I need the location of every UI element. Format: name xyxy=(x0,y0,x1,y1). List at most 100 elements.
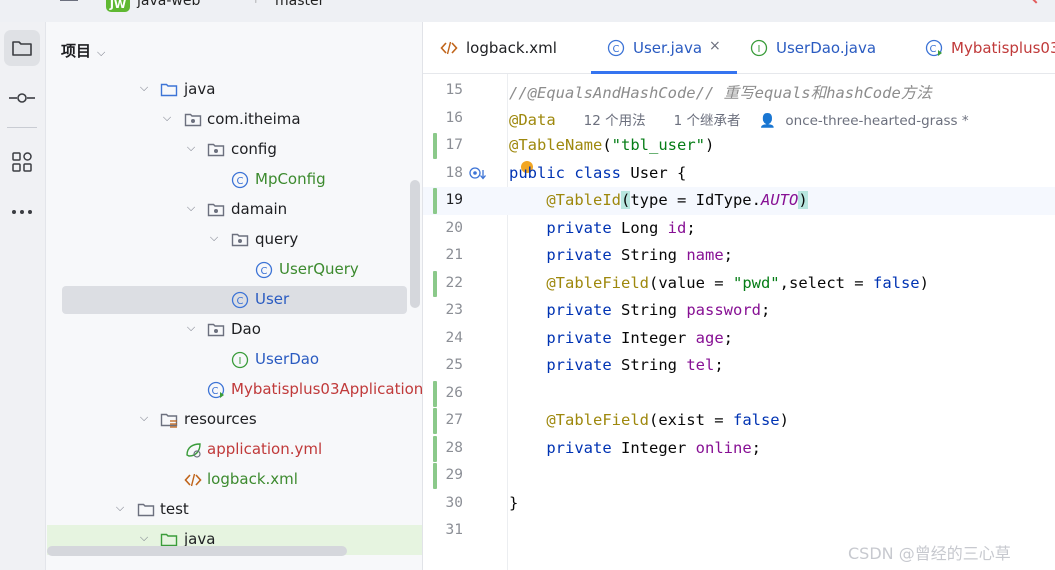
package-icon xyxy=(207,203,225,217)
tree-item-user[interactable]: C User xyxy=(47,285,422,315)
chevron-down-icon[interactable]: ⌵ xyxy=(184,141,198,155)
xml-icon xyxy=(440,41,458,55)
code-line-19[interactable]: 19 @TableId(type = IdType.AUTO) xyxy=(423,187,1055,215)
interface-icon: I xyxy=(231,351,249,369)
code-line-22[interactable]: 22 @TableField(value = "pwd",select = fa… xyxy=(423,270,1055,298)
class-icon: C xyxy=(231,171,249,189)
resources-folder-icon xyxy=(160,413,178,428)
code-line-23[interactable]: 23 private String password; xyxy=(423,297,1055,325)
code-line-27[interactable]: 27 @TableField(exist = false) xyxy=(423,407,1055,435)
vertical-scrollbar[interactable] xyxy=(410,180,420,308)
chevron-down-icon[interactable]: ⌵ xyxy=(97,46,105,59)
code-line-16[interactable]: 16 @Data 12 个用法 1 个继承者 👤 once-three-hear… xyxy=(423,105,1055,133)
svg-text:C: C xyxy=(261,266,268,277)
usages-hint[interactable]: 12 个用法 xyxy=(584,113,646,129)
user-icon: 👤 xyxy=(759,112,777,129)
tree-item-userdao[interactable]: I UserDao xyxy=(47,345,422,375)
folder-icon xyxy=(137,503,155,517)
tree-item-userquery[interactable]: C UserQuery xyxy=(47,255,422,285)
tree-item-java[interactable]: ⌵ java xyxy=(47,75,422,105)
tab-userdao-java[interactable]: I UserDao.java xyxy=(750,22,900,74)
close-icon[interactable]: × xyxy=(709,38,721,54)
package-icon xyxy=(184,113,202,127)
code-editor[interactable]: logback.xml C User.java × I UserDao.java… xyxy=(423,22,1055,570)
tree-item-test[interactable]: ⌵ test xyxy=(47,495,422,525)
chevron-down-icon[interactable]: ⌵ xyxy=(160,111,174,125)
tree-item-resources[interactable]: ⌵ resources xyxy=(47,405,422,435)
class-icon: C xyxy=(255,261,273,279)
class-icon: C xyxy=(607,39,625,57)
tree-item-logback-xml[interactable]: logback.xml xyxy=(47,465,422,495)
watermark: CSDN @曾经的三心草 xyxy=(848,544,1011,563)
tree-item-config[interactable]: ⌵ config xyxy=(47,135,422,165)
package-icon xyxy=(231,233,249,247)
chevron-down-icon[interactable]: ⌵ xyxy=(113,501,127,515)
active-tab-indicator xyxy=(591,71,737,74)
tab-user-java[interactable]: C User.java × xyxy=(591,22,737,74)
structure-icon xyxy=(12,152,32,172)
more-tools-button[interactable] xyxy=(4,194,40,230)
svg-text:C: C xyxy=(930,44,937,55)
code-line-17[interactable]: 17 @TableName("tbl_user") xyxy=(423,132,1055,160)
more-icon xyxy=(12,210,32,214)
tab-logback-xml[interactable]: logback.xml xyxy=(440,22,580,74)
code-line-24[interactable]: 24 private Integer age; xyxy=(423,325,1055,353)
commit-icon xyxy=(9,93,35,103)
chevron-down-icon[interactable]: ⌵ xyxy=(137,81,151,95)
tree-item-application-yml[interactable]: application.yml xyxy=(47,435,422,465)
chevron-down-icon[interactable]: ⌵ xyxy=(137,531,151,545)
tree-item-dao[interactable]: ⌵ Dao xyxy=(47,315,422,345)
svg-text:I: I xyxy=(239,356,242,367)
project-panel: 项目 ⌵ ⌵ java ⌵ com.itheima ⌵ config C MpCo… xyxy=(47,22,422,570)
tree-item-mpconfig[interactable]: C MpConfig xyxy=(47,165,422,195)
code-line-25[interactable]: 25 private String tel; xyxy=(423,352,1055,380)
horizontal-scrollbar[interactable] xyxy=(47,546,347,556)
springboot-class-icon: C xyxy=(207,381,225,399)
code-line-20[interactable]: 20 private Long id; xyxy=(423,215,1055,243)
chevron-down-icon[interactable]: ⌵ xyxy=(184,321,198,335)
code-line-28[interactable]: 28 private Integer online; xyxy=(423,435,1055,463)
author-hint[interactable]: once-three-hearted-grass * xyxy=(785,113,968,129)
activity-bar xyxy=(0,22,46,570)
code-line-26[interactable]: 26 xyxy=(423,380,1055,408)
code-line-29[interactable]: 29 xyxy=(423,462,1055,490)
tab-mybatisplus03application[interactable]: C Mybatisplus03Application xyxy=(925,22,1055,74)
project-badge[interactable]: JW xyxy=(106,0,130,12)
spring-config-icon xyxy=(186,443,201,458)
class-icon: C xyxy=(231,291,249,309)
tree-item-mybatisplus03application[interactable]: C Mybatisplus03Application xyxy=(47,375,422,405)
project-name[interactable]: java-web xyxy=(137,0,200,9)
code-line-30[interactable]: 30 } xyxy=(423,490,1055,518)
tree-item-damain[interactable]: ⌵ damain xyxy=(47,195,422,225)
branch-icon: ⑂ xyxy=(252,0,260,7)
project-panel-title[interactable]: 项目 ⌵ xyxy=(61,40,105,61)
structure-tool-button[interactable] xyxy=(4,144,40,180)
xml-icon xyxy=(184,473,202,487)
svg-text:C: C xyxy=(237,176,244,187)
tree-item-query[interactable]: ⌵ query xyxy=(47,225,422,255)
commit-tool-button[interactable] xyxy=(4,80,40,116)
interface-icon: I xyxy=(750,39,768,57)
svg-text:C: C xyxy=(237,296,244,307)
main-menu-icon[interactable] xyxy=(60,0,78,7)
chevron-down-icon[interactable]: ⌵ xyxy=(207,231,221,245)
svg-text:I: I xyxy=(758,44,761,55)
divider xyxy=(7,127,37,128)
inheritors-hint[interactable]: 1 个继承者 xyxy=(674,113,741,129)
tree-item-com-itheima[interactable]: ⌵ com.itheima xyxy=(47,105,422,135)
folder-icon xyxy=(160,83,178,97)
implemented-by-icon[interactable] xyxy=(469,166,487,182)
code-line-21[interactable]: 21 private String name; xyxy=(423,242,1055,270)
svg-text:C: C xyxy=(613,44,620,55)
branch-name[interactable]: master xyxy=(275,0,324,9)
project-tool-button[interactable] xyxy=(4,30,40,66)
svg-text:C: C xyxy=(212,386,219,397)
window-control-icon[interactable] xyxy=(1030,0,1052,6)
title-bar: JW java-web ⑂ master xyxy=(0,0,1055,22)
chevron-down-icon[interactable]: ⌵ xyxy=(184,201,198,215)
editor-tabs: logback.xml C User.java × I UserDao.java… xyxy=(423,22,1055,74)
chevron-down-icon[interactable]: ⌵ xyxy=(137,411,151,425)
code-line-18[interactable]: 18 public class User { xyxy=(423,160,1055,188)
folder-icon xyxy=(12,41,32,56)
code-line-15[interactable]: 15 //@EqualsAndHashCode// 重写equals和hashC… xyxy=(423,77,1055,105)
